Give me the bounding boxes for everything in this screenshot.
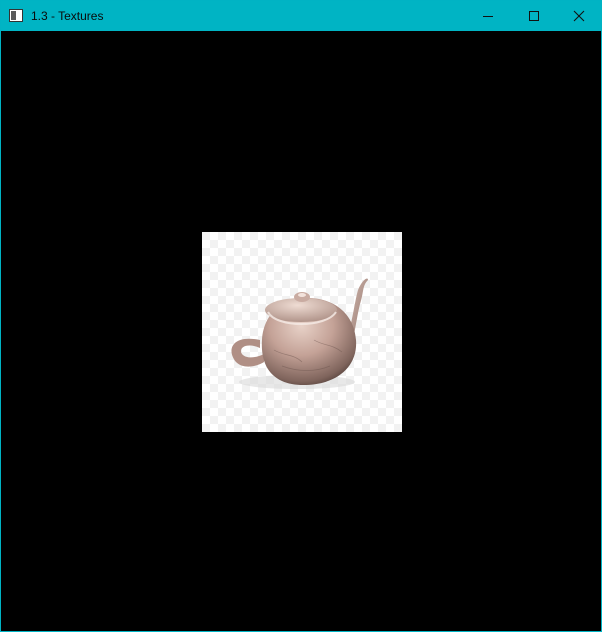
- minimize-icon: [483, 16, 493, 17]
- app-window: 1.3 - Textures: [0, 0, 602, 632]
- title-bar[interactable]: 1.3 - Textures: [1, 1, 601, 31]
- maximize-icon: [529, 11, 539, 21]
- render-viewport[interactable]: [1, 31, 601, 631]
- minimize-button[interactable]: [465, 1, 511, 31]
- maximize-button[interactable]: [511, 1, 557, 31]
- close-button[interactable]: [556, 1, 602, 31]
- app-icon: [9, 9, 23, 22]
- textured-quad: [202, 232, 402, 432]
- close-icon: [573, 10, 585, 22]
- window-title: 1.3 - Textures: [31, 9, 104, 23]
